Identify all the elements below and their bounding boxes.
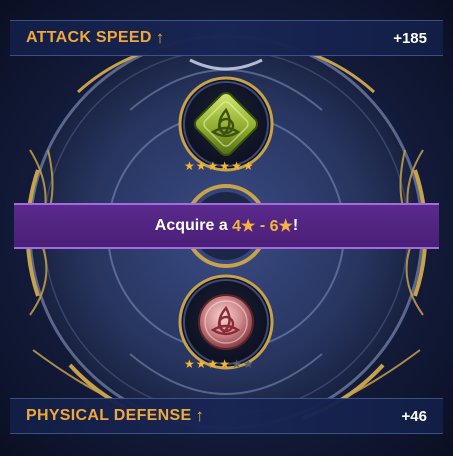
bottom-stat-value: +46 (401, 407, 427, 425)
banner-separator: - (255, 217, 270, 234)
bottom-stat-bar: PHYSICAL DEFENSE ↑ +46 (10, 398, 443, 434)
star-icon: ★ (242, 159, 254, 173)
acquire-banner: Acquire a 4★ - 6★ ! (14, 203, 439, 249)
arrow-up-icon: ↑ (155, 28, 165, 47)
top-stat-value: +185 (393, 29, 427, 47)
star-icon: ★ (242, 357, 254, 371)
top-stat-name: ATTACK SPEED (26, 29, 152, 46)
star-icon: ★ (231, 357, 242, 371)
star-icon: ★ (207, 357, 219, 371)
bottom-item-star-rating: ★ ★ ★ ★ ★ ★ (184, 358, 254, 370)
bottom-stat-name: PHYSICAL DEFENSE (26, 407, 192, 424)
banner-prefix: Acquire a (154, 217, 233, 234)
star-icon: ★ (195, 357, 207, 371)
star-icon: ★ (184, 357, 195, 371)
bottom-stat-label: PHYSICAL DEFENSE ↑ (26, 406, 204, 426)
star-icon: ★ (231, 159, 242, 173)
arrow-up-icon: ↑ (195, 406, 205, 425)
banner-suffix: ! (292, 217, 299, 234)
banner-range-high: 6★ (269, 218, 293, 235)
star-icon: ★ (184, 159, 195, 173)
banner-range-low: 4★ (232, 218, 256, 235)
star-icon: ★ (195, 159, 207, 173)
star-icon: ★ (219, 159, 231, 173)
stat-reward-panel: ★ ★ ★ ★ ★ ★ ★ ★ ★ ★ ★ ★ ATTACK SPEED ↑ +185 Acquir… (0, 0, 453, 456)
top-stat-label: ATTACK SPEED ↑ (26, 28, 165, 48)
star-icon: ★ (219, 357, 231, 371)
top-item-star-rating: ★ ★ ★ ★ ★ ★ (184, 160, 254, 172)
top-stat-bar: ATTACK SPEED ↑ +185 (10, 20, 443, 56)
star-icon: ★ (207, 159, 219, 173)
red-triquetra-gem-icon[interactable] (198, 294, 254, 350)
